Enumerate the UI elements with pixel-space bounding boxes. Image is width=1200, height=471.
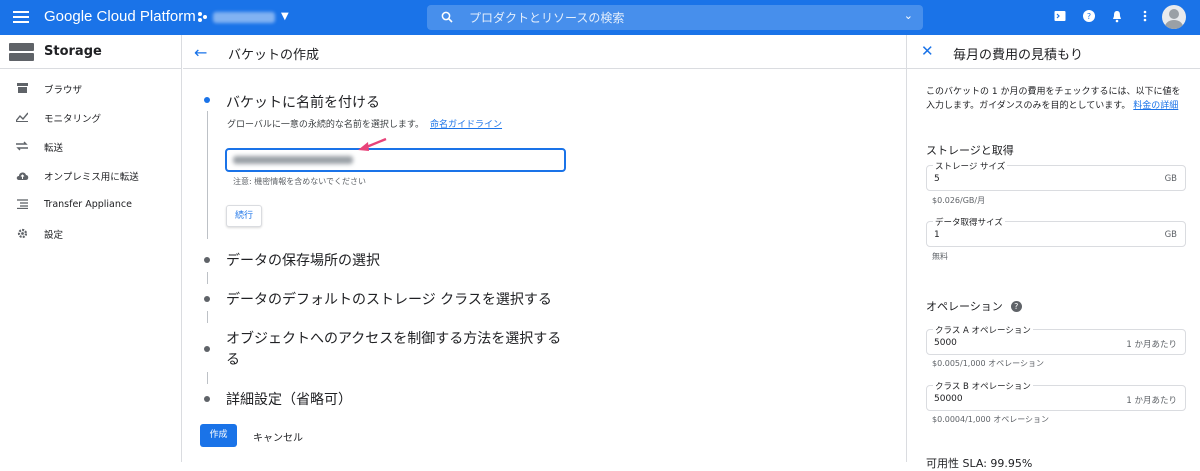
- field-unit: 1 か月あたり: [1126, 340, 1177, 350]
- transfer-icon: [16, 141, 28, 153]
- menu-icon[interactable]: [13, 11, 29, 23]
- gear-icon: [16, 228, 28, 240]
- search-input[interactable]: プロダクトとリソースの検索: [469, 9, 624, 26]
- sidebar-item-monitoring[interactable]: モニタリング: [0, 103, 181, 132]
- sidebar-header: Storage: [0, 35, 181, 69]
- storage-icon: [9, 43, 34, 61]
- sidebar-item-label: モニタリング: [44, 113, 102, 125]
- field-unit: 1 か月あたり: [1126, 396, 1177, 406]
- bucket-name-input[interactable]: [225, 148, 566, 172]
- field-value[interactable]: 1: [934, 230, 940, 240]
- top-bar: Google Cloud Platform ▼ プロダクトとリソースの検索 ⌄ …: [0, 0, 1200, 35]
- brand-title[interactable]: Google Cloud Platform: [44, 8, 196, 25]
- appliance-icon: [16, 199, 28, 211]
- pricing-details-link[interactable]: 料金の詳細: [1133, 101, 1178, 111]
- step-indicator: [204, 296, 210, 302]
- step-connector: [207, 372, 208, 384]
- cloud-upload-icon: [16, 170, 29, 182]
- sidebar-item-label: オンプレミス用に転送: [44, 171, 139, 183]
- class-a-operations-field[interactable]: クラス A オペレーション 5000 1 か月あたり: [926, 324, 1186, 355]
- operations-section-label: オペレーション: [926, 300, 1003, 313]
- step-connector: [207, 311, 208, 323]
- more-vert-icon[interactable]: [1138, 10, 1152, 24]
- panel-header: ✕ 毎月の費用の見積もり: [907, 35, 1200, 69]
- field-help: 無料: [932, 252, 948, 261]
- cancel-button[interactable]: キャンセル: [253, 429, 303, 444]
- retrieval-size-field[interactable]: データ取得サイズ 1 GB: [926, 216, 1186, 247]
- page-title: バケットの作成: [228, 48, 320, 63]
- field-label: クラス B オペレーション: [933, 380, 1033, 392]
- continue-button[interactable]: 続行: [226, 205, 262, 227]
- step-title-access-control[interactable]: オブジェクトへのアクセスを制御する方法を選択する: [226, 328, 561, 348]
- cloud-shell-icon[interactable]: [1053, 10, 1067, 24]
- browser-icon: [16, 83, 28, 95]
- sidebar-item-transfer[interactable]: 転送: [0, 132, 181, 161]
- step-title-storage-class[interactable]: データのデフォルトのストレージ クラスを選択する: [226, 289, 552, 309]
- avatar[interactable]: [1162, 5, 1186, 29]
- field-unit: GB: [1164, 230, 1177, 240]
- help-icon[interactable]: ?: [1010, 301, 1022, 312]
- svg-text:?: ?: [1087, 12, 1091, 21]
- search-icon: [441, 11, 453, 23]
- back-arrow-icon[interactable]: ←: [194, 43, 207, 62]
- sidebar-item-label: 転送: [44, 142, 64, 154]
- field-help: $0.0004/1,000 オペレーション: [932, 415, 1050, 424]
- sidebar-item-settings[interactable]: 設定: [0, 219, 181, 248]
- panel-title: 毎月の費用の見積もり: [953, 48, 1084, 63]
- field-value[interactable]: 5000: [934, 338, 957, 348]
- sidebar-item-label: Transfer Appliance: [44, 199, 132, 210]
- chevron-down-icon[interactable]: ▼: [281, 11, 289, 22]
- monitoring-icon: [15, 112, 29, 124]
- class-b-operations-field[interactable]: クラス B オペレーション 50000 1 か月あたり: [926, 380, 1186, 411]
- step-title-name: バケットに名前を付ける: [226, 95, 380, 111]
- close-icon[interactable]: ✕: [921, 42, 934, 60]
- field-help: $0.005/1,000 オペレーション: [932, 359, 1044, 368]
- step-indicator-active: [204, 97, 210, 103]
- sidebar-item-onprem-transfer[interactable]: オンプレミス用に転送: [0, 161, 181, 190]
- sla-text: 可用性 SLA: 99.95%: [926, 457, 1033, 470]
- panel-intro: このバケットの 1 か月の費用をチェックするには、以下に値を入力します。ガイダン…: [926, 85, 1188, 113]
- storage-size-field[interactable]: ストレージ サイズ 5 GB: [926, 160, 1186, 191]
- search-bar[interactable]: プロダクトとリソースの検索 ⌄: [427, 5, 923, 30]
- step-description-text: グローバルに一意の永続的な名前を選択します。: [227, 120, 425, 130]
- cost-estimate-panel: ✕ 毎月の費用の見積もり このバケットの 1 か月の費用をチェックするには、以下…: [906, 35, 1200, 470]
- step-title-advanced[interactable]: 詳細設定（省略可）: [226, 389, 352, 409]
- input-note: 注意: 機密情報を含めないでください: [233, 177, 366, 186]
- storage-section-title: ストレージと取得: [926, 144, 1014, 157]
- help-icon[interactable]: ?: [1082, 10, 1096, 24]
- step-title-access-control-wrap[interactable]: る: [226, 349, 240, 369]
- step-indicator: [204, 396, 210, 402]
- search-expand-icon[interactable]: ⌄: [904, 9, 913, 22]
- create-bucket-pane: ← バケットの作成 バケットに名前を付ける グローバルに一意の永続的な名前を選択…: [183, 35, 906, 462]
- notifications-icon[interactable]: [1110, 10, 1124, 24]
- field-label: クラス A オペレーション: [933, 324, 1033, 336]
- bucket-name-value: [233, 156, 353, 164]
- step-description: グローバルに一意の永続的な名前を選択します。 命名ガイドライン: [227, 117, 502, 130]
- page-header: ← バケットの作成: [183, 35, 906, 69]
- field-value[interactable]: 5: [934, 174, 940, 184]
- sidebar: Storage ブラウザ モニタリング 転送 オンプレミス用に転送 Transf…: [0, 35, 182, 462]
- field-value[interactable]: 50000: [934, 394, 963, 404]
- create-button[interactable]: 作成: [200, 424, 237, 447]
- operations-section-title: オペレーション?: [926, 298, 1022, 314]
- annotation-arrow-icon: [358, 137, 387, 151]
- project-icon[interactable]: [198, 12, 208, 22]
- step-indicator: [204, 257, 210, 263]
- field-label: データ取得サイズ: [933, 216, 1005, 228]
- step-indicator: [204, 346, 210, 352]
- step-title-location[interactable]: データの保存場所の選択: [226, 250, 380, 270]
- step-connector: [207, 272, 208, 284]
- field-label: ストレージ サイズ: [933, 160, 1008, 172]
- field-unit: GB: [1164, 174, 1177, 184]
- sidebar-title: Storage: [44, 44, 102, 59]
- naming-guidelines-link[interactable]: 命名ガイドライン: [430, 120, 502, 130]
- field-help: $0.026/GB/月: [932, 196, 986, 205]
- sidebar-item-transfer-appliance[interactable]: Transfer Appliance: [0, 190, 181, 219]
- sidebar-item-label: ブラウザ: [44, 84, 83, 96]
- sidebar-item-browser[interactable]: ブラウザ: [0, 74, 181, 103]
- project-selector[interactable]: [213, 12, 275, 23]
- sidebar-item-label: 設定: [44, 229, 64, 241]
- step-connector: [207, 111, 208, 239]
